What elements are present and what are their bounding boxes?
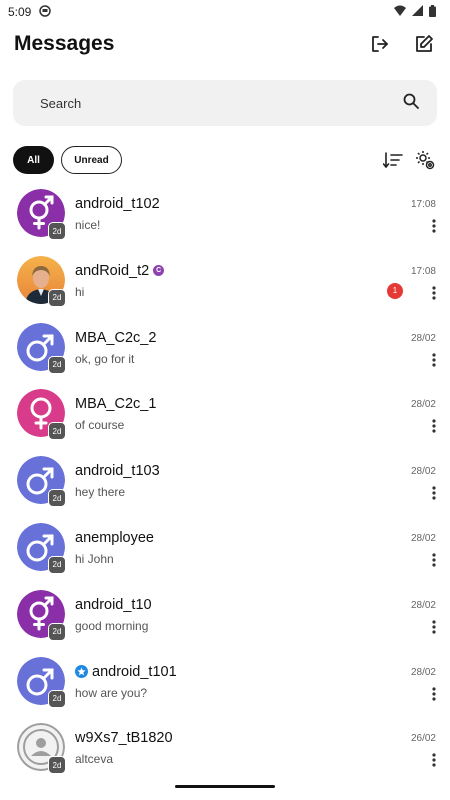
signal-icon [412, 5, 423, 19]
message-preview: nice! [75, 218, 101, 232]
filter-all-chip[interactable]: All [13, 146, 54, 174]
message-time: 26/02 [410, 733, 436, 745]
conversation-row[interactable]: 2d android_t101 how are you? 28/02 [0, 650, 450, 717]
message-preview: altceva [75, 752, 114, 767]
more-vert-icon[interactable] [430, 218, 438, 234]
contact-name: MBA_C2c_2 [75, 329, 157, 346]
name-line: MBA_C2c_2 [75, 330, 156, 346]
message-preview: hi John [75, 551, 114, 566]
message-time: 28/02 [410, 399, 436, 411]
more-vert-icon[interactable] [430, 352, 438, 368]
verified-star-icon [75, 665, 88, 679]
message-preview: of course [75, 418, 125, 433]
message-preview: hi [75, 284, 85, 299]
wifi-icon [394, 5, 406, 19]
status-time: 5:09 [8, 5, 32, 19]
page-title: Messages [14, 32, 115, 55]
conversation-row[interactable]: 2d andRoid_t2 C hi 17:08 1 [0, 249, 450, 316]
message-time: 28/02 [410, 599, 436, 611]
contact-name: android_t102 [75, 196, 160, 212]
name-line: android_t103 [75, 463, 160, 479]
more-vert-icon[interactable] [430, 285, 438, 301]
compose-icon[interactable] [412, 32, 436, 56]
message-preview: hey there [75, 485, 126, 500]
notification-icon [39, 4, 52, 20]
name-line: MBA_C2c_1 [75, 396, 156, 412]
search-input[interactable] [40, 95, 403, 111]
conversation-list: 2d android_t102 nice! 17:08 2d andRoid_t… [0, 182, 450, 783]
conversation-row[interactable]: 2d android_t10 good morning 28/02 [0, 583, 450, 650]
contact-name: andRoid_t2 [75, 262, 150, 279]
message-preview: how are you? [75, 685, 148, 700]
search-bar[interactable] [13, 80, 437, 126]
age-badge: 2d [48, 555, 66, 574]
c-tag-badge: C [153, 265, 165, 277]
conversation-row[interactable]: 2d w9Xs7_tB1820 altceva 26/02 [0, 716, 450, 783]
settings-icon[interactable] [413, 148, 437, 172]
message-time: 17:08 [410, 199, 436, 210]
name-line: android_t101 [75, 664, 177, 680]
conversation-row[interactable]: 2d MBA_C2c_2 ok, go for it 28/02 [0, 316, 450, 383]
contact-name: w9Xs7_tB1820 [75, 730, 173, 747]
name-line: android_t10 [75, 597, 152, 613]
more-vert-icon[interactable] [430, 552, 438, 568]
age-badge: 2d [48, 355, 66, 374]
message-preview: ok, go for it [75, 351, 135, 366]
age-badge: 2d [48, 422, 66, 441]
contact-name: android_t10 [75, 596, 152, 613]
more-vert-icon[interactable] [430, 485, 438, 501]
contact-name: android_t103 [75, 463, 160, 480]
contact-name: android_t101 [92, 663, 177, 680]
age-badge: 2d [48, 756, 66, 775]
message-time: 17:08 [410, 265, 436, 277]
contact-name: anemployee [75, 529, 154, 546]
message-preview: good morning [75, 618, 149, 633]
app-header: Messages [0, 24, 450, 64]
battery-icon [429, 4, 436, 20]
sort-icon[interactable] [381, 148, 405, 172]
conversation-row[interactable]: 2d android_t103 hey there 28/02 [0, 449, 450, 516]
age-badge: 2d [48, 689, 66, 708]
conversation-row[interactable]: 2d android_t102 nice! 17:08 [0, 182, 450, 249]
search-icon[interactable] [403, 93, 419, 114]
message-time: 28/02 [410, 332, 436, 344]
message-time: 28/02 [410, 666, 436, 678]
name-line: andRoid_t2 C [75, 262, 165, 279]
more-vert-icon[interactable] [430, 418, 438, 434]
name-line: android_t102 [75, 196, 160, 212]
age-badge: 2d [48, 489, 66, 508]
name-line: w9Xs7_tB1820 [75, 730, 173, 746]
message-time: 28/02 [410, 532, 436, 544]
age-badge: 2d [48, 622, 66, 641]
status-bar: 5:09 [0, 0, 450, 24]
unread-count-badge: 1 [387, 282, 403, 299]
message-time: 28/02 [410, 466, 436, 478]
more-vert-icon[interactable] [430, 752, 438, 768]
conversation-row[interactable]: 2d MBA_C2c_1 of course 28/02 [0, 382, 450, 449]
filter-unread-chip[interactable]: Unread [61, 146, 122, 174]
age-badge: 2d [48, 288, 66, 307]
logout-icon[interactable] [368, 32, 392, 56]
home-indicator[interactable] [175, 785, 275, 788]
more-vert-icon[interactable] [430, 619, 438, 635]
filter-bar: All Unread [13, 146, 437, 174]
conversation-row[interactable]: 2d anemployee hi John 28/02 [0, 516, 450, 583]
age-badge: 2d [48, 222, 66, 240]
more-vert-icon[interactable] [430, 686, 438, 702]
name-line: anemployee [75, 530, 154, 546]
contact-name: MBA_C2c_1 [75, 396, 157, 413]
